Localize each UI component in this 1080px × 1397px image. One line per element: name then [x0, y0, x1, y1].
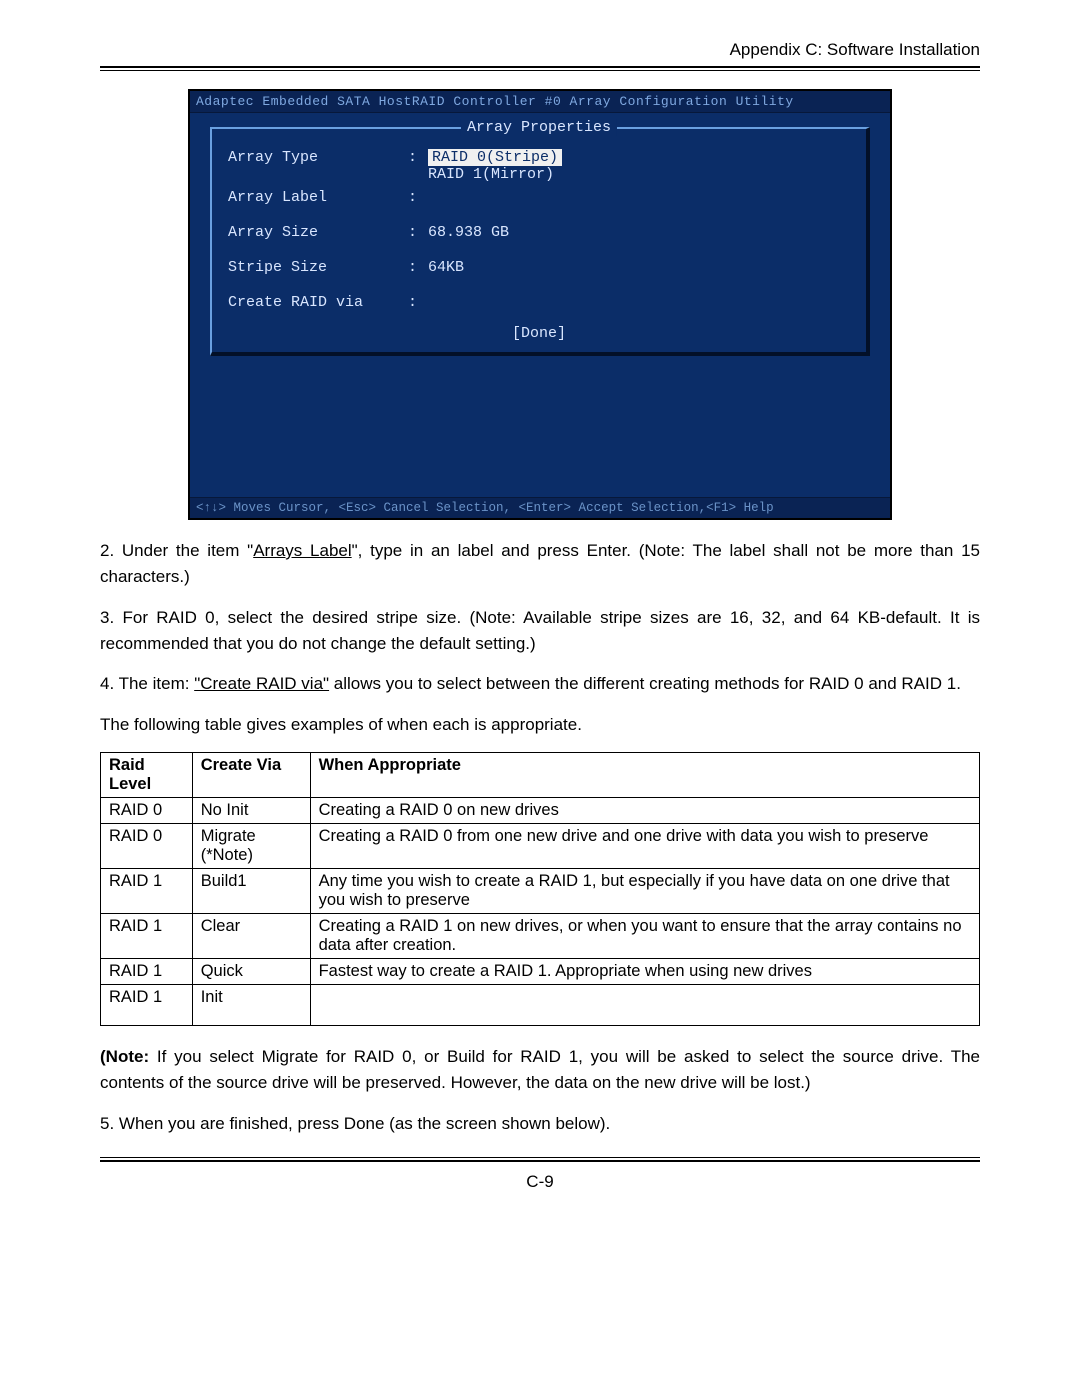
- p4-a: 4. The item:: [100, 674, 194, 693]
- value-array-size: 68.938 GB: [428, 224, 509, 241]
- cell-when: Creating a RAID 0 on new drives: [310, 798, 979, 824]
- cell-via: Clear: [192, 914, 310, 959]
- paragraph-4: 4. The item: "Create RAID via" allows yo…: [100, 671, 980, 697]
- paragraph-5: The following table gives examples of wh…: [100, 712, 980, 738]
- table-header-row: Raid Level Create Via When Appropriate: [101, 753, 980, 798]
- cell-when: [310, 985, 979, 1026]
- colon: :: [408, 224, 428, 241]
- option-raid0[interactable]: RAID 0(Stripe): [428, 149, 562, 166]
- table-row: RAID 1 Init: [101, 985, 980, 1026]
- note-text: If you select Migrate for RAID 0, or Bui…: [100, 1047, 980, 1092]
- cell-via: Build1: [192, 869, 310, 914]
- label-stripe-size: Stripe Size: [228, 259, 408, 276]
- done-button[interactable]: [Done]: [228, 325, 850, 342]
- cell-via: No Init: [192, 798, 310, 824]
- cell-level: RAID 1: [101, 985, 193, 1026]
- paragraph-2: 2. Under the item "Arrays Label", type i…: [100, 538, 980, 591]
- table-row: RAID 0 Migrate (*Note) Creating a RAID 0…: [101, 824, 980, 869]
- label-create-via: Create RAID via: [228, 294, 408, 311]
- label-array-type: Array Type: [228, 149, 408, 166]
- row-array-label: Array Label :: [228, 189, 850, 206]
- cell-level: RAID 1: [101, 914, 193, 959]
- option-raid1[interactable]: RAID 1(Mirror): [428, 166, 562, 183]
- colon: :: [408, 259, 428, 276]
- footer-rule-thick: [100, 1160, 980, 1162]
- cell-level: RAID 0: [101, 798, 193, 824]
- row-stripe-size: Stripe Size : 64KB: [228, 259, 850, 276]
- cell-when: Creating a RAID 0 from one new drive and…: [310, 824, 979, 869]
- cell-level: RAID 1: [101, 959, 193, 985]
- cell-when: Any time you wish to create a RAID 1, bu…: [310, 869, 979, 914]
- table-row: RAID 1 Clear Creating a RAID 1 on new dr…: [101, 914, 980, 959]
- raid-table: Raid Level Create Via When Appropriate R…: [100, 752, 980, 1026]
- footer-rule-thin: [100, 1157, 980, 1158]
- cell-when: Creating a RAID 1 on new drives, or when…: [310, 914, 979, 959]
- p4-b: allows you to select between the differe…: [329, 674, 961, 693]
- cell-via: Migrate (*Note): [192, 824, 310, 869]
- paragraph-6: 5. When you are finished, press Done (as…: [100, 1111, 980, 1137]
- note-paragraph: (Note: If you select Migrate for RAID 0,…: [100, 1044, 980, 1097]
- table-row: RAID 1 Quick Fastest way to create a RAI…: [101, 959, 980, 985]
- header-rule-thin: [100, 70, 980, 71]
- bios-body: Array Properties Array Type : RAID 0(Str…: [190, 113, 890, 497]
- table-row: RAID 1 Build1 Any time you wish to creat…: [101, 869, 980, 914]
- cell-level: RAID 1: [101, 869, 193, 914]
- panel-title: Array Properties: [461, 119, 617, 136]
- cell-when: Fastest way to create a RAID 1. Appropri…: [310, 959, 979, 985]
- cell-via: Quick: [192, 959, 310, 985]
- page-number: C-9: [100, 1172, 980, 1192]
- cell-level: RAID 0: [101, 824, 193, 869]
- row-array-size: Array Size : 68.938 GB: [228, 224, 850, 241]
- page-header: Appendix C: Software Installation: [100, 40, 980, 60]
- row-array-type: Array Type : RAID 0(Stripe) RAID 1(Mirro…: [228, 149, 850, 183]
- bios-screenshot: Adaptec Embedded SATA HostRAID Controlle…: [188, 89, 892, 520]
- th-create-via: Create Via: [192, 753, 310, 798]
- th-when: When Appropriate: [310, 753, 979, 798]
- p2-underline: Arrays Label: [253, 541, 351, 560]
- header-rule-thick: [100, 66, 980, 68]
- paragraph-3: 3. For RAID 0, select the desired stripe…: [100, 605, 980, 658]
- array-properties-panel: Array Properties Array Type : RAID 0(Str…: [210, 127, 870, 356]
- th-raid-level: Raid Level: [101, 753, 193, 798]
- p4-underline: "Create RAID via": [194, 674, 329, 693]
- row-create-via: Create RAID via :: [228, 294, 850, 311]
- table-row: RAID 0 No Init Creating a RAID 0 on new …: [101, 798, 980, 824]
- cell-via: Init: [192, 985, 310, 1026]
- value-stripe-size[interactable]: 64KB: [428, 259, 464, 276]
- bios-helpbar: <↑↓> Moves Cursor, <Esc> Cancel Selectio…: [190, 497, 890, 518]
- bios-titlebar: Adaptec Embedded SATA HostRAID Controlle…: [190, 91, 890, 113]
- colon: :: [408, 189, 428, 206]
- label-array-size: Array Size: [228, 224, 408, 241]
- note-bold: (Note:: [100, 1047, 149, 1066]
- colon: :: [408, 149, 428, 166]
- colon: :: [408, 294, 428, 311]
- p2-a: 2. Under the item ": [100, 541, 253, 560]
- label-array-label: Array Label: [228, 189, 408, 206]
